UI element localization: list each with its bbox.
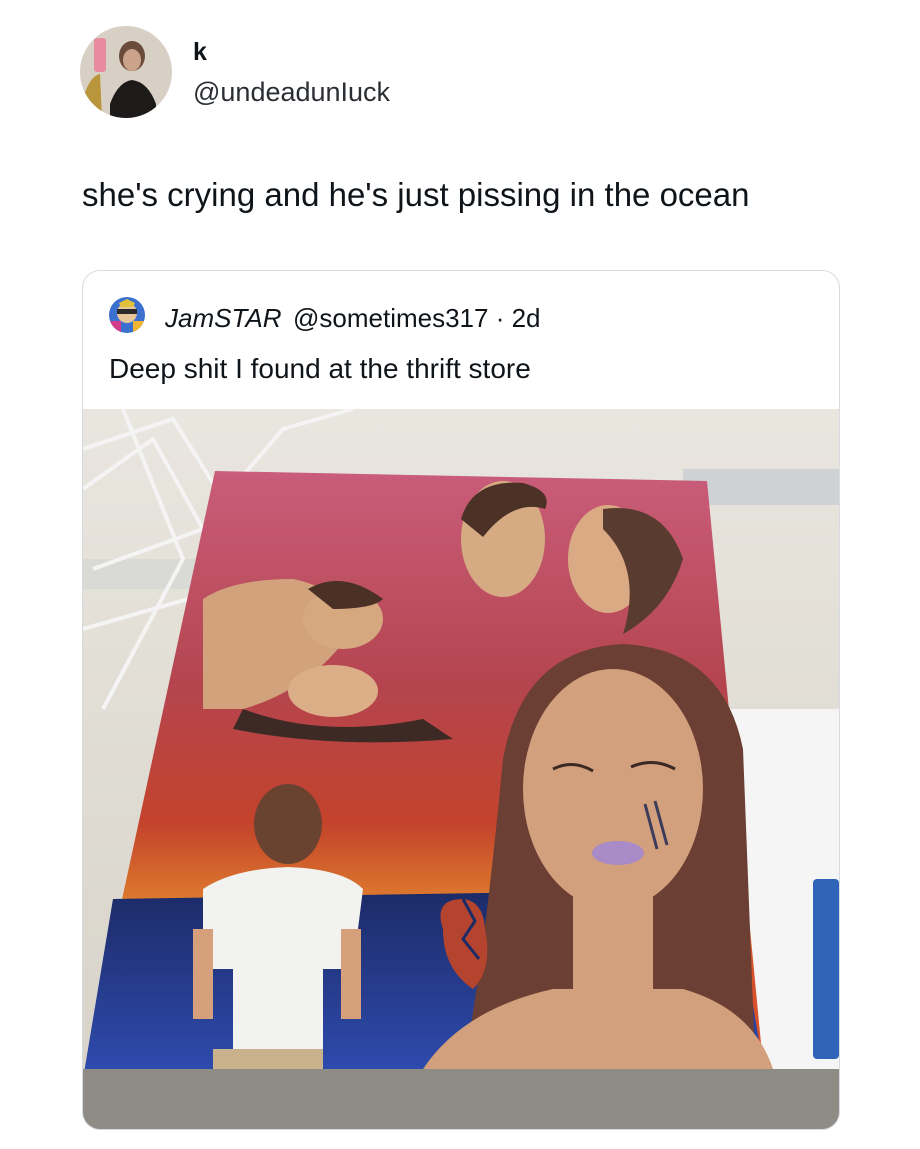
- avatar[interactable]: [80, 26, 172, 118]
- author-handle[interactable]: @undeadunIuck: [193, 77, 390, 108]
- quoted-timestamp: · 2d: [495, 303, 541, 333]
- quoted-avatar[interactable]: [109, 297, 145, 333]
- quoted-author-display-name[interactable]: JamSTAR: [165, 303, 282, 334]
- tweet-text: she's crying and he's just pissing in th…: [82, 176, 750, 213]
- quoted-tweet-text: Deep shit I found at the thrift store: [109, 353, 531, 384]
- quoted-media-image[interactable]: [83, 407, 839, 1129]
- quoted-avatar-image: [109, 297, 145, 333]
- quoted-tweet-card[interactable]: JamSTAR @sometimes317 · 2d Deep shit I f…: [82, 270, 840, 1130]
- author-display-name[interactable]: k: [193, 38, 207, 67]
- avatar-image: [80, 26, 172, 118]
- quoted-author-handle-text: @sometimes317: [293, 303, 489, 333]
- quoted-author-handle[interactable]: @sometimes317 · 2d: [293, 303, 541, 334]
- painting-photo: [83, 407, 839, 1129]
